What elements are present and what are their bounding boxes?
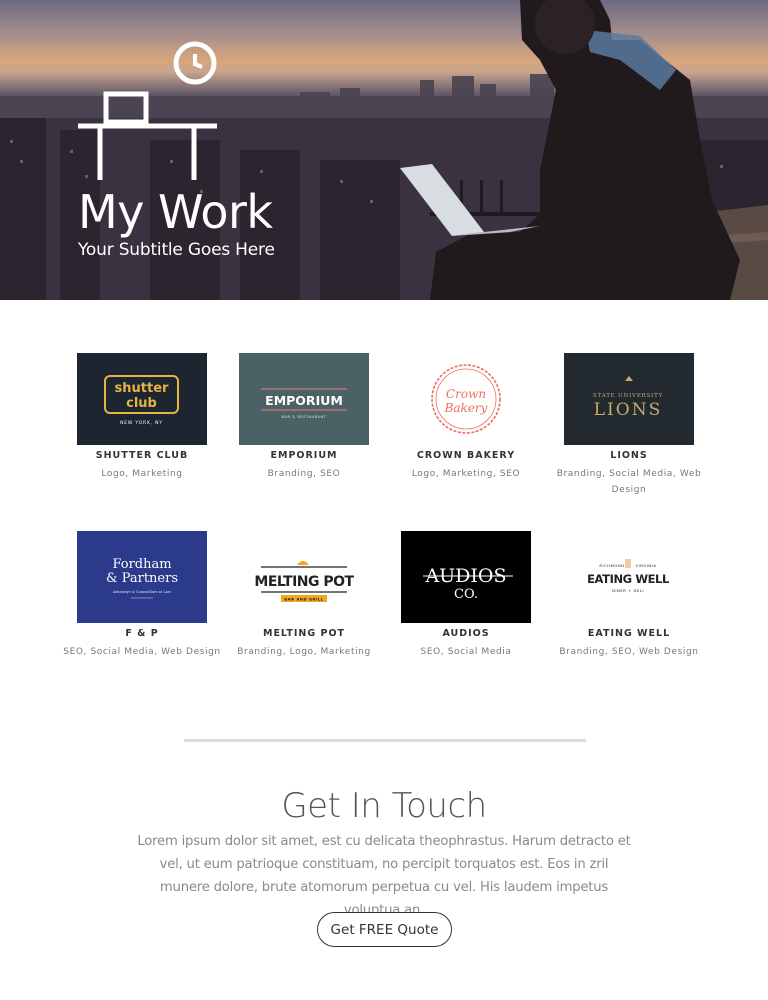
svg-text:STATE UNIVERSITY: STATE UNIVERSITY	[593, 393, 663, 399]
svg-text:EATING WELL: EATING WELL	[587, 572, 670, 586]
svg-text:DINER + DELI: DINER + DELI	[612, 588, 644, 593]
portfolio-item-title[interactable]: F & P	[61, 628, 223, 639]
contact-heading: Get In Touch	[281, 786, 487, 826]
section-divider	[184, 739, 586, 742]
shutter-club-logo-thumbnail[interactable]: shutter club NEW YORK, NY	[77, 353, 207, 445]
portfolio-item-title[interactable]: LIONS	[548, 450, 710, 461]
svg-text:NEW YORK, NY: NEW YORK, NY	[120, 420, 163, 426]
portfolio-grid: shutter club NEW YORK, NY SHUTTER CLUB L…	[0, 0, 768, 700]
emporium-logo-thumbnail[interactable]: EMPORIUM BAR & RESTAURANT	[239, 353, 369, 445]
portfolio-item-title[interactable]: MELTING POT	[223, 628, 385, 639]
svg-text:Crown: Crown	[446, 387, 486, 401]
svg-text:EMPORIUM: EMPORIUM	[265, 393, 343, 408]
eating-well-logo-thumbnail[interactable]: RICHMOND VIRGINIA EATING WELL DINER + DE…	[564, 531, 694, 623]
svg-text:LIONS: LIONS	[594, 400, 662, 420]
svg-text:MELTING POT: MELTING POT	[254, 574, 354, 590]
svg-text:Bakery: Bakery	[444, 401, 488, 415]
svg-text:club: club	[126, 396, 157, 411]
crown-bakery-logo-thumbnail[interactable]: Crown Bakery	[401, 353, 531, 445]
portfolio-item-tags: Logo, Marketing	[101, 469, 183, 479]
svg-text:VIRGINIA: VIRGINIA	[636, 563, 657, 568]
get-free-quote-button[interactable]: Get FREE Quote	[317, 912, 452, 947]
fordham-partners-logo-thumbnail[interactable]: Fordham & Partners Attorneys & Counsello…	[77, 531, 207, 623]
portfolio-item-title[interactable]: EMPORIUM	[223, 450, 385, 461]
audios-logo-thumbnail[interactable]: AUDIOS CO.	[401, 531, 531, 623]
portfolio-item-tags: SEO, Social Media, Web Design	[63, 647, 221, 657]
svg-text:Fordham: Fordham	[112, 557, 171, 572]
portfolio-item-tags: SEO, Social Media	[420, 647, 512, 657]
portfolio-item-tags: Branding, Social Media, Web Design	[556, 469, 702, 495]
melting-pot-logo-thumbnail[interactable]: MELTING POT BAR AND GRILL	[239, 531, 369, 623]
svg-text:BAR & RESTAURANT: BAR & RESTAURANT	[282, 415, 327, 419]
portfolio-item-tags: Branding, SEO	[267, 469, 341, 479]
portfolio-item-title[interactable]: EATING WELL	[548, 628, 710, 639]
portfolio-item-title[interactable]: CROWN BAKERY	[385, 450, 547, 461]
lions-logo-thumbnail[interactable]: STATE UNIVERSITY LIONS	[564, 353, 694, 445]
shutter-club-logo-text: shutter	[115, 381, 169, 396]
svg-text:Attorneys & Counsellors at Law: Attorneys & Counsellors at Law	[112, 590, 172, 594]
svg-text:CO.: CO.	[454, 587, 478, 602]
svg-text:RICHMOND: RICHMOND	[599, 563, 624, 568]
portfolio-item-title[interactable]: SHUTTER CLUB	[61, 450, 223, 461]
portfolio-item-tags: Branding, SEO, Web Design	[559, 647, 699, 657]
contact-description: Lorem ipsum dolor sit amet, est cu delic…	[137, 834, 631, 918]
svg-text:& Partners: & Partners	[106, 571, 178, 586]
portfolio-item-tags: Logo, Marketing, SEO	[411, 469, 521, 479]
svg-text:BAR AND GRILL: BAR AND GRILL	[284, 597, 324, 602]
portfolio-item-tags: Branding, Logo, Marketing	[237, 647, 371, 657]
portfolio-item-title[interactable]: AUDIOS	[385, 628, 547, 639]
